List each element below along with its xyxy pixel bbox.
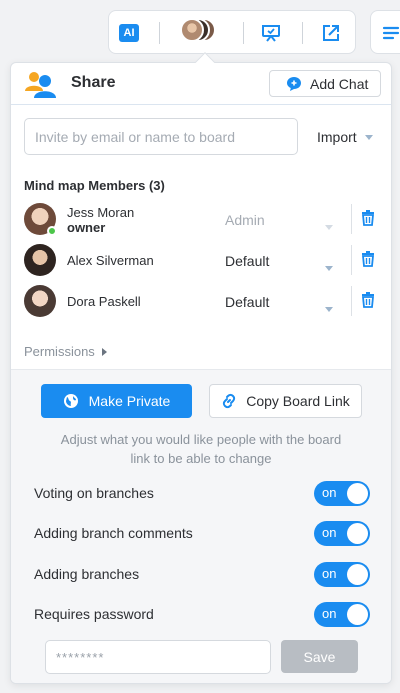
member-name: Alex Silverman [67, 253, 154, 268]
member-role-subtitle: owner [67, 220, 106, 235]
member-row: Dora Paskell Default [11, 282, 391, 322]
member-name: Dora Paskell [67, 294, 141, 309]
share-title: Share [71, 74, 116, 91]
save-button[interactable]: Save [281, 640, 358, 673]
permissions-toggle[interactable]: Permissions [24, 344, 107, 359]
trash-icon[interactable] [361, 251, 375, 267]
toggle-knob [347, 564, 368, 585]
export-button[interactable] [317, 19, 345, 47]
collaborators-avatars[interactable] [180, 18, 220, 44]
add-chat-button[interactable]: Add Chat [269, 70, 381, 97]
toggle-state: on [322, 525, 337, 540]
toggle-knob [347, 483, 368, 504]
chevron-right-icon [101, 347, 107, 356]
make-private-label: Make Private [88, 393, 171, 409]
invite-input[interactable] [24, 118, 298, 155]
divider [351, 286, 352, 316]
toggle-knob [347, 604, 368, 625]
link-icon [223, 393, 236, 409]
toggle-label: Voting on branches [34, 485, 154, 501]
copy-board-link-label: Copy Board Link [246, 393, 350, 409]
menu-button[interactable] [377, 19, 400, 47]
toggle-row-comments: Adding branch comments on [11, 518, 391, 548]
toolbar-divider [159, 22, 160, 44]
chevron-down-icon[interactable] [325, 299, 333, 317]
members-title: Mind map Members (3) [24, 178, 165, 193]
password-input[interactable] [45, 640, 271, 674]
member-row: Alex Silverman Default [11, 241, 391, 281]
toggle-row-voting: Voting on branches on [11, 478, 391, 508]
chat-icon [287, 76, 301, 91]
divider [351, 204, 352, 234]
toolbar-divider [243, 22, 244, 44]
toggle-label: Requires password [34, 606, 154, 622]
member-role-select[interactable]: Default [225, 253, 269, 269]
permissions-label: Permissions [24, 344, 95, 359]
top-toolbar: AI [108, 10, 356, 54]
globe-icon [63, 394, 78, 408]
avatar [24, 285, 56, 317]
toolbar-menu [370, 10, 400, 54]
ai-icon: AI [119, 24, 139, 42]
trash-icon[interactable] [361, 210, 375, 226]
import-label: Import [317, 129, 357, 145]
presentation-icon [262, 25, 280, 42]
toggle-row-branches: Adding branches on [11, 559, 391, 589]
trash-icon[interactable] [361, 292, 375, 308]
chevron-down-icon[interactable] [325, 258, 333, 276]
chevron-down-icon [325, 217, 333, 235]
branches-toggle[interactable]: on [314, 562, 370, 587]
add-chat-label: Add Chat [310, 75, 369, 92]
password-toggle[interactable]: on [314, 602, 370, 627]
toolbar-divider [302, 22, 303, 44]
toggle-state: on [322, 566, 337, 581]
toggle-knob [347, 523, 368, 544]
member-role-select[interactable]: Default [225, 294, 269, 310]
make-private-button[interactable]: Make Private [41, 384, 192, 418]
ai-button[interactable]: AI [115, 19, 143, 47]
users-icon [25, 72, 56, 98]
menu-icon [382, 26, 400, 40]
toggle-state: on [322, 606, 337, 621]
member-row: Jess Moran owner Admin [11, 200, 391, 240]
member-name: Jess Moran [67, 205, 135, 220]
divider [351, 245, 352, 275]
toggle-label: Adding branches [34, 566, 140, 582]
export-icon [323, 25, 339, 41]
comments-toggle[interactable]: on [314, 521, 370, 546]
copy-board-link-button[interactable]: Copy Board Link [209, 384, 362, 418]
import-dropdown[interactable]: Import [317, 129, 373, 145]
chevron-down-icon [364, 134, 373, 140]
share-panel: Share Add Chat Import Mind map Members (… [10, 62, 392, 684]
toggle-state: on [322, 485, 337, 500]
avatar [24, 244, 56, 276]
permissions-section: Make Private Copy Board Link Adjust what… [11, 369, 391, 683]
permissions-hint: Adjust what you would like people with t… [60, 432, 342, 466]
collaborator-avatar [180, 18, 204, 42]
online-status-icon [47, 226, 57, 236]
share-header: Share Add Chat [11, 63, 391, 105]
voting-toggle[interactable]: on [314, 481, 370, 506]
presentation-button[interactable] [257, 19, 285, 47]
toggle-row-password: Requires password on [11, 599, 391, 629]
member-role-select: Admin [225, 212, 265, 228]
toggle-label: Adding branch comments [34, 525, 193, 541]
